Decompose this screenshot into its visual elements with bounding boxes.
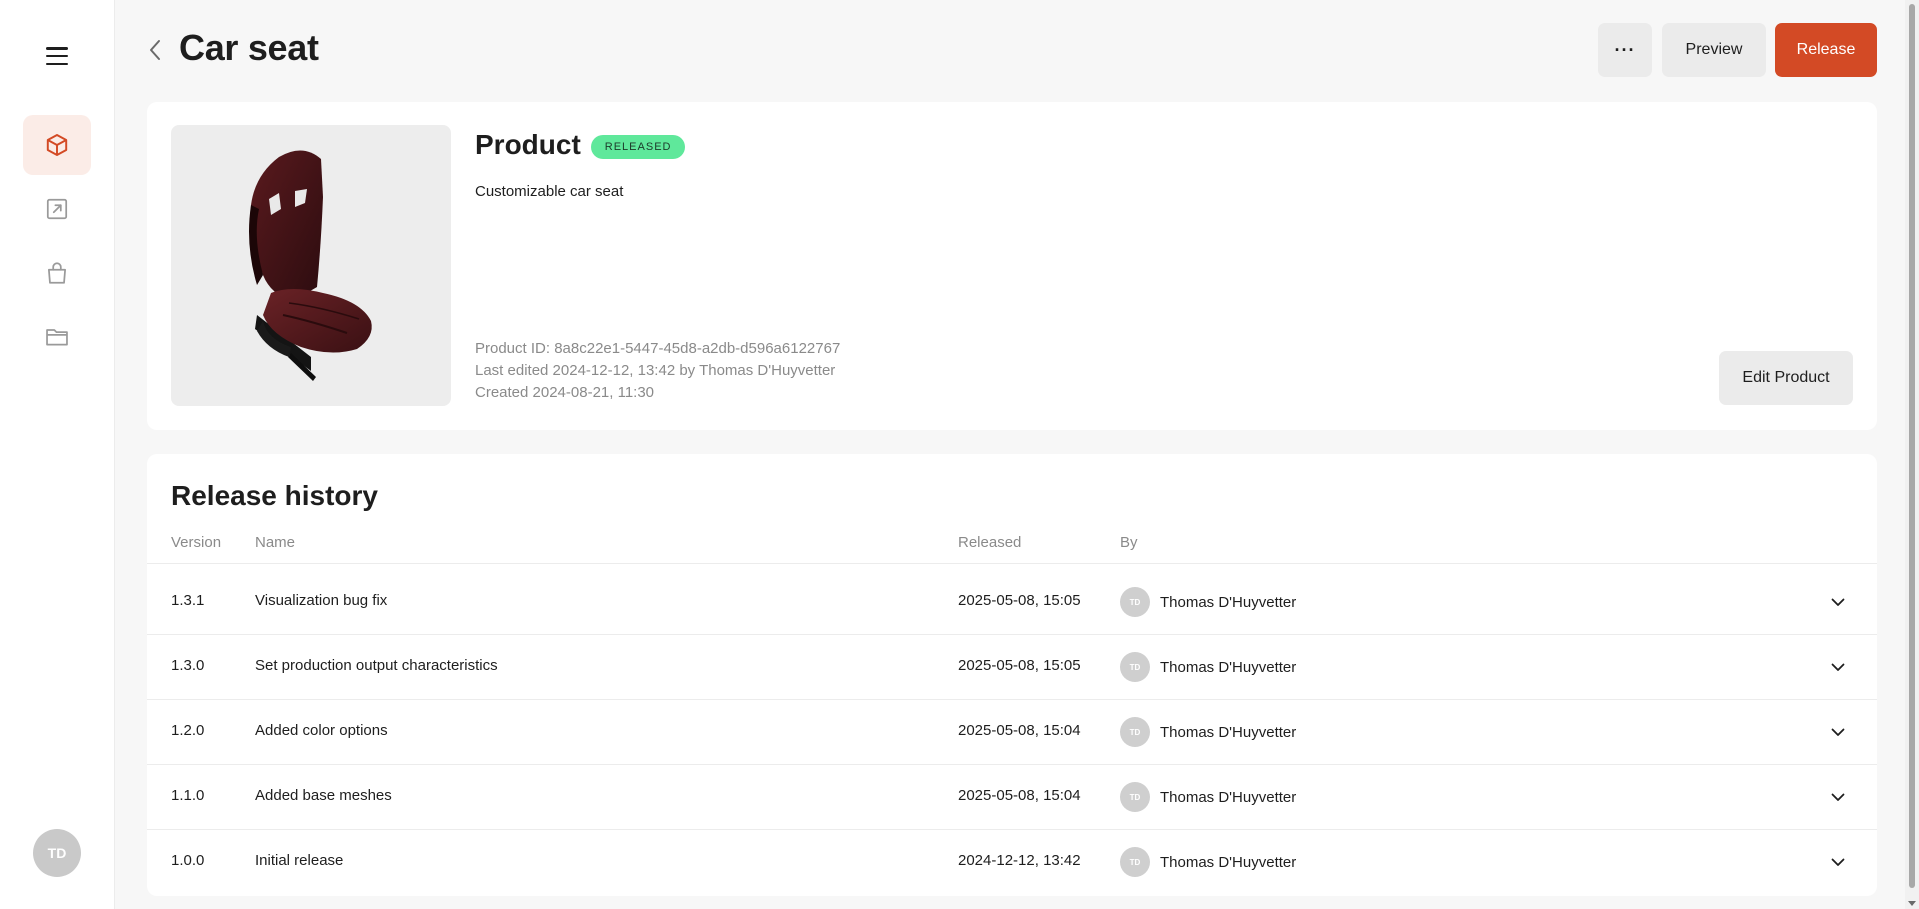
column-by: By: [1120, 534, 1138, 551]
row-version: 1.3.0: [171, 657, 205, 674]
avatar: TD: [1120, 847, 1150, 877]
product-image: [171, 125, 451, 406]
shopping-bag-icon: [48, 262, 66, 284]
row-released: 2025-05-08, 15:04: [958, 722, 1081, 739]
scrollbar-thumb[interactable]: [1909, 4, 1915, 888]
chevron-left-icon: [150, 40, 160, 60]
author-name: Thomas D'Huyvetter: [1160, 658, 1297, 676]
product-heading: Product RELEASED: [475, 129, 686, 161]
row-name: Added base meshes: [255, 787, 392, 804]
release-list: 1.3.1 Visualization bug fix 2025-05-08, …: [147, 570, 1877, 895]
row-author: TD Thomas D'Huyvetter: [1120, 847, 1296, 877]
avatar: TD: [1120, 652, 1150, 682]
row-released: 2025-05-08, 15:05: [958, 657, 1081, 674]
row-author: TD Thomas D'Huyvetter: [1120, 587, 1296, 617]
sidebar-item-shop[interactable]: [23, 243, 91, 303]
row-name: Set production output characteristics: [255, 657, 498, 674]
page-scrollbar[interactable]: [1905, 0, 1919, 909]
row-name: Visualization bug fix: [255, 592, 388, 609]
row-name: Added color options: [255, 722, 388, 739]
row-version: 1.0.0: [171, 852, 205, 869]
chevron-down-icon[interactable]: [1829, 593, 1847, 611]
edit-product-button[interactable]: Edit Product: [1719, 351, 1853, 405]
page-title: Car seat: [179, 27, 319, 68]
release-history-card: Release history Version Name Released By…: [147, 454, 1877, 896]
author-name: Thomas D'Huyvetter: [1160, 853, 1297, 871]
table-row[interactable]: 1.3.1 Visualization bug fix 2025-05-08, …: [147, 570, 1877, 635]
product-id: Product ID: 8a8c22e1-5447-45d8-a2db-d596…: [475, 340, 841, 357]
row-released: 2025-05-08, 15:04: [958, 787, 1081, 804]
row-author: TD Thomas D'Huyvetter: [1120, 652, 1296, 682]
folder-icon: [46, 329, 68, 346]
author-name: Thomas D'Huyvetter: [1160, 593, 1297, 611]
column-released: Released: [958, 534, 1022, 551]
row-version: 1.2.0: [171, 722, 205, 739]
menu-icon[interactable]: [46, 47, 68, 65]
avatar: TD: [1120, 782, 1150, 812]
row-version: 1.3.1: [171, 592, 205, 609]
app-root: TD Car seat ··· Preview Release Product …: [0, 0, 1919, 909]
table-row[interactable]: 1.2.0 Added color options 2025-05-08, 15…: [147, 700, 1877, 765]
back-button[interactable]: [143, 36, 167, 64]
row-released: 2024-12-12, 13:42: [958, 852, 1081, 869]
export-icon: [46, 198, 68, 220]
chevron-down-icon[interactable]: [1829, 853, 1847, 871]
release-history-title: Release history: [171, 480, 378, 511]
author-name: Thomas D'Huyvetter: [1160, 788, 1297, 806]
column-version: Version: [171, 534, 222, 551]
avatar: TD: [1120, 587, 1150, 617]
cube-icon: [46, 134, 68, 156]
last-edited: Last edited 2024-12-12, 13:42 by Thomas …: [475, 362, 836, 379]
scroll-down-arrow-icon[interactable]: [1908, 901, 1916, 906]
created-date: Created 2024-08-21, 11:30: [475, 384, 655, 401]
row-author: TD Thomas D'Huyvetter: [1120, 782, 1296, 812]
author-name: Thomas D'Huyvetter: [1160, 723, 1297, 741]
table-header: Version Name Released By: [147, 534, 1877, 564]
sidebar-item-exports[interactable]: [23, 179, 91, 239]
preview-button[interactable]: Preview: [1662, 23, 1766, 77]
table-row[interactable]: 1.3.0 Set production output characterist…: [147, 635, 1877, 700]
table-row[interactable]: 1.1.0 Added base meshes 2025-05-08, 15:0…: [147, 765, 1877, 830]
sidebar: TD: [0, 0, 115, 909]
column-name: Name: [255, 534, 296, 551]
more-options-button[interactable]: ···: [1598, 23, 1652, 77]
sidebar-item-files[interactable]: [23, 307, 91, 367]
avatar: TD: [1120, 717, 1150, 747]
row-name: Initial release: [255, 852, 344, 869]
row-released: 2025-05-08, 15:05: [958, 592, 1081, 609]
sidebar-item-products[interactable]: [23, 115, 91, 175]
product-description: Customizable car seat: [475, 183, 624, 200]
chevron-down-icon[interactable]: [1829, 723, 1847, 741]
table-row[interactable]: 1.0.0 Initial release 2024-12-12, 13:42 …: [147, 830, 1877, 895]
user-avatar[interactable]: TD: [33, 829, 81, 877]
product-label: Product: [475, 129, 581, 160]
row-version: 1.1.0: [171, 787, 205, 804]
chevron-down-icon[interactable]: [1829, 788, 1847, 806]
product-meta: Product ID: 8a8c22e1-5447-45d8-a2db-d596…: [475, 338, 840, 404]
chevron-down-icon[interactable]: [1829, 658, 1847, 676]
row-author: TD Thomas D'Huyvetter: [1120, 717, 1296, 747]
release-button[interactable]: Release: [1775, 23, 1877, 77]
car-seat-illustration: [249, 150, 372, 381]
status-badge: RELEASED: [590, 134, 686, 159]
product-card: Product RELEASED Customizable car seat P…: [147, 102, 1877, 430]
